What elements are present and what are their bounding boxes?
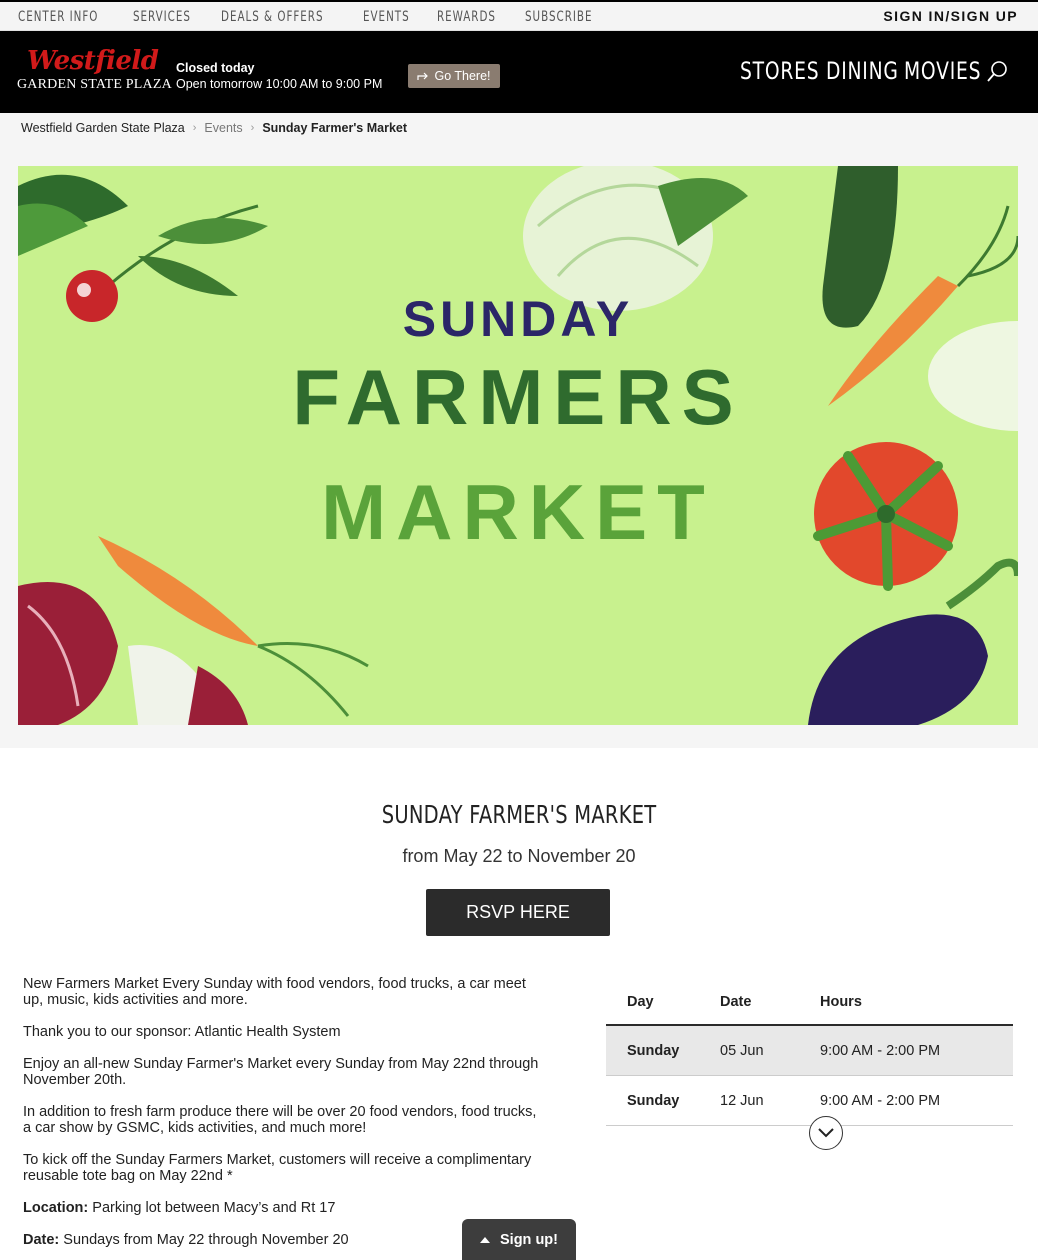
go-there-button[interactable]: Go There! (408, 64, 500, 88)
logo-script: Westfield (27, 46, 159, 76)
desc-paragraph: Thank you to our sponsor: Atlantic Healt… (23, 1024, 341, 1040)
header-date: Date (720, 994, 752, 1010)
row-hours: 9:00 AM - 2:00 PM (820, 1042, 941, 1059)
utility-link-deals[interactable]: DEALS & OFFERS (221, 9, 324, 25)
open-tomorrow: Open tomorrow 10:00 AM to 9:00 PM (176, 77, 383, 91)
desc-paragraph: New Farmers Market Every Sunday with foo… (23, 976, 526, 1008)
signup-label: Sign up! (500, 1231, 558, 1248)
breadcrumb-events[interactable]: Events (204, 121, 242, 135)
signin-link[interactable]: SIGN IN/SIGN UP (883, 8, 1018, 24)
schedule-header: Day Date Hours (606, 980, 1013, 1026)
hero-line-farmers: FARMERS (292, 353, 743, 441)
closed-status: Closed today (176, 61, 255, 75)
nav-dining[interactable]: DINING (826, 57, 898, 85)
nav-stores[interactable]: STORES (740, 57, 819, 85)
go-there-label: Go There! (434, 69, 491, 83)
hero-illustration: SUNDAY FARMERS MARKET (18, 166, 1018, 725)
chevron-right-icon: › (192, 122, 197, 134)
row-hours: 9:00 AM - 2:00 PM (820, 1092, 941, 1109)
utility-bar: CENTER INFO SERVICES DEALS & OFFERS EVEN… (0, 0, 1038, 31)
desc-paragraph: Enjoy an all-new Sunday Farmer's Market … (23, 1056, 539, 1088)
row-date: 12 Jun (720, 1092, 764, 1109)
hero-line-sunday: SUNDAY (403, 291, 634, 347)
location-label: Location: (23, 1200, 89, 1216)
breadcrumb: Westfield Garden State Plaza › Events › … (21, 121, 407, 135)
row-day: Sunday (627, 1042, 680, 1059)
signup-tab[interactable]: Sign up! (462, 1219, 576, 1260)
event-title: SUNDAY FARMER'S MARKET (0, 800, 1038, 829)
utility-link-services[interactable]: SERVICES (133, 9, 191, 25)
hero-banner: SUNDAY FARMERS MARKET (18, 166, 1018, 725)
table-row: Sunday 12 Jun 9:00 AM - 2:00 PM (606, 1076, 1013, 1126)
opening-hours: Closed today Open tomorrow 10:00 AM to 9… (176, 60, 382, 92)
direction-arrow-icon (417, 72, 429, 80)
expand-schedule-button[interactable] (809, 1116, 843, 1150)
nav-movies[interactable]: MOVIES (904, 57, 981, 85)
main-header: Westfield GARDEN STATE PLAZA Closed toda… (0, 31, 1038, 113)
location-line: Location: Parking lot between Macy’s and… (23, 1200, 543, 1216)
utility-link-center-info[interactable]: CENTER INFO (18, 9, 98, 25)
header-hours: Hours (820, 994, 862, 1010)
date-value: Sundays from May 22 through November 20 (59, 1232, 349, 1248)
utility-links: CENTER INFO SERVICES DEALS & OFFERS EVEN… (18, 9, 625, 25)
date-label: Date: (23, 1232, 60, 1248)
table-row: Sunday 05 Jun 9:00 AM - 2:00 PM (606, 1026, 1013, 1076)
utility-link-subscribe[interactable]: SUBSCRIBE (525, 9, 592, 25)
utility-link-rewards[interactable]: REWARDS (437, 9, 496, 25)
breadcrumb-home[interactable]: Westfield Garden State Plaza (21, 121, 185, 135)
main-nav: STORES DINING MOVIES (740, 57, 981, 85)
location-value: Parking lot between Macy’s and Rt 17 (88, 1200, 336, 1216)
event-title-text: SUNDAY FARMER'S MARKET (381, 800, 657, 829)
header-day: Day (627, 994, 654, 1010)
schedule-table: Day Date Hours Sunday 05 Jun 9:00 AM - 2… (606, 980, 1013, 1126)
desc-paragraph: To kick off the Sunday Farmers Market, c… (23, 1152, 532, 1184)
search-icon[interactable] (986, 60, 1010, 84)
event-description: New Farmers Market Every Sunday with foo… (23, 976, 543, 1260)
westfield-logo[interactable]: Westfield GARDEN STATE PLAZA (17, 46, 172, 101)
rsvp-button[interactable]: RSVP HERE (426, 889, 610, 936)
utility-link-events[interactable]: EVENTS (363, 9, 410, 25)
caret-up-icon (480, 1237, 490, 1243)
chevron-right-icon: › (250, 122, 255, 134)
row-date: 05 Jun (720, 1042, 764, 1059)
logo-subtitle: GARDEN STATE PLAZA (17, 77, 172, 92)
breadcrumb-current: Sunday Farmer's Market (262, 121, 408, 135)
event-dates: from May 22 to November 20 (402, 846, 636, 866)
desc-paragraph: In addition to fresh farm produce there … (23, 1104, 537, 1136)
row-day: Sunday (627, 1092, 680, 1109)
hero-line-market: MARKET (321, 468, 715, 556)
chevron-down-icon (818, 1128, 834, 1138)
